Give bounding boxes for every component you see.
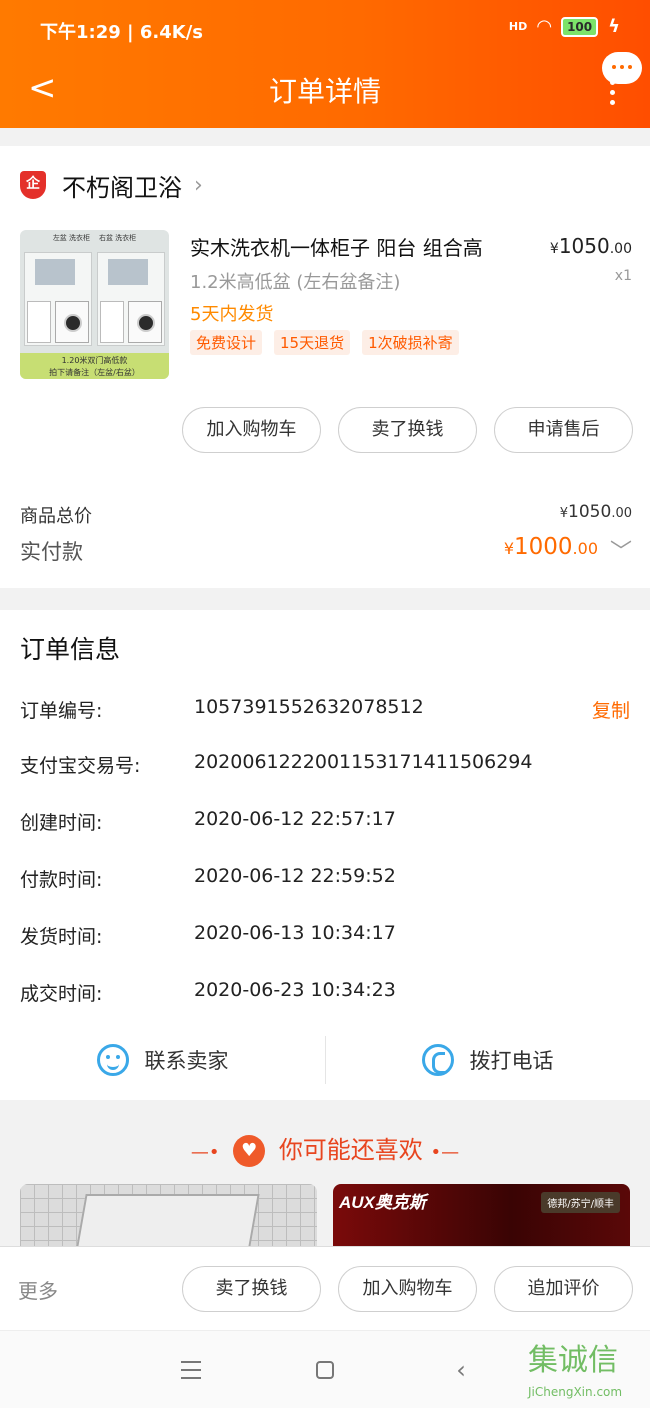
item-actions: 加入购物车 卖了换钱 申请售后 <box>182 407 633 453</box>
more-vertical-icon[interactable] <box>610 80 616 106</box>
message-bubble-icon[interactable] <box>602 52 642 84</box>
bottom-action-bar: 更多 卖了换钱 加入购物车 追加评价 <box>0 1246 650 1330</box>
bottom-actions: 卖了换钱 加入购物车 追加评价 <box>182 1266 633 1312</box>
back-icon[interactable]: ‹ <box>446 1355 476 1385</box>
completed-time-row: 成交时间: 2020-06-23 10:34:23 <box>20 979 630 1009</box>
status-icons: HD ◠ 100 ϟ <box>509 16 620 37</box>
add-to-cart-button[interactable]: 加入购物车 <box>182 407 321 453</box>
goods-total-label: 商品总价 <box>20 506 92 527</box>
alipay-trade-row: 支付宝交易号: 2020061222001153171411506294 <box>20 751 630 781</box>
call-phone-button[interactable]: 拨打电话 <box>325 1034 650 1086</box>
enterprise-shop-icon: 企 <box>20 171 46 199</box>
after-sale-button[interactable]: 申请售后 <box>494 407 633 453</box>
price-decimal: .00 <box>609 241 632 257</box>
product-image[interactable]: 左盆 洗衣柜 右盆 洗衣柜 1.20米双门高低款 拍下请备注（左盆/右盆） <box>20 230 169 379</box>
recommend-title-text: 你可能还喜欢 <box>278 1136 423 1164</box>
paid-time-value: 2020-06-12 22:59:52 <box>194 865 396 887</box>
watermark-url: JiChengXin.com <box>528 1385 623 1399</box>
product-sku: 1.2米高低盆 (左右盆备注) <box>190 272 401 293</box>
recommend-item-image[interactable] <box>20 1184 317 1254</box>
product-image-label-left: 左盆 洗衣柜 <box>52 234 91 242</box>
watermark-logo: 集诚信 JiChengXin.com <box>528 1335 642 1405</box>
home-icon[interactable] <box>310 1355 340 1385</box>
price-integer: 1050 <box>558 234 610 258</box>
paid-label: 实付款 <box>20 540 83 564</box>
resell-button[interactable]: 卖了换钱 <box>338 407 477 453</box>
title-decoration: —• <box>190 1142 220 1163</box>
add-to-cart-button[interactable]: 加入购物车 <box>338 1266 477 1312</box>
order-number-value: 1057391552632078512 <box>194 696 424 718</box>
shop-row[interactable]: 企 不朽阁卫浴 › <box>20 168 203 202</box>
heart-icon: ♥ <box>233 1135 266 1167</box>
phone-icon <box>421 1044 454 1076</box>
order-info-card: 订单信息 订单编号: 1057391552632078512 复制 支付宝交易号… <box>0 610 650 1100</box>
page-title: 订单详情 <box>268 75 381 108</box>
shipping-promise: 5天内发货 <box>190 304 274 325</box>
chat-face-icon <box>96 1044 129 1076</box>
service-tag: 1次破损补寄 <box>362 330 459 355</box>
info-label: 支付宝交易号: <box>20 755 141 777</box>
order-number-row: 订单编号: 1057391552632078512 复制 <box>20 696 630 726</box>
shipped-time-value: 2020-06-13 10:34:17 <box>194 922 396 944</box>
recommend-title: —• ♥ 你可能还喜欢 •— <box>0 1130 650 1167</box>
paid-amount-row[interactable]: 实付款 ¥1000.00 ﹀ <box>20 534 632 570</box>
title-decoration: •— <box>430 1142 460 1163</box>
price-currency: ¥ <box>549 241 559 257</box>
order-item-card: 企 不朽阁卫浴 › 左盆 洗衣柜 右盆 洗衣柜 1.20米双门高低款 拍下请备注… <box>0 146 650 588</box>
created-time-row: 创建时间: 2020-06-12 22:57:17 <box>20 808 630 838</box>
paid-time-row: 付款时间: 2020-06-12 22:59:52 <box>20 865 630 895</box>
shipped-time-row: 发货时间: 2020-06-13 10:34:17 <box>20 922 630 952</box>
brand-logo: AUX奥克斯 <box>339 1193 426 1212</box>
system-navigation-bar: ‹ 集诚信 JiChengXin.com <box>0 1330 650 1408</box>
call-phone-label: 拨打电话 <box>469 1049 554 1073</box>
more-button[interactable]: 更多 <box>18 1275 58 1304</box>
copy-button[interactable]: 复制 <box>592 696 630 723</box>
delivery-badge: 德邦/苏宁/顺丰 <box>541 1192 620 1213</box>
charging-icon: ϟ <box>608 16 620 37</box>
goods-total-value: ¥1050.00 <box>559 502 632 522</box>
add-review-button[interactable]: 追加评价 <box>494 1266 633 1312</box>
recent-apps-icon[interactable] <box>176 1355 206 1385</box>
info-label: 订单编号: <box>20 700 103 722</box>
product-image-caption-2: 拍下请备注（左盆/右盆） <box>49 368 140 377</box>
chevron-down-icon[interactable]: ﹀ <box>610 534 632 566</box>
service-tag: 15天退货 <box>274 330 351 355</box>
cabinet-left-illustration <box>24 252 92 346</box>
info-label: 成交时间: <box>20 983 103 1005</box>
status-time-speed: 下午1:29 | 6.4K/s <box>40 22 204 43</box>
product-quantity: x1 <box>614 268 632 284</box>
product-title[interactable]: 实木洗衣机一体柜子 阳台 组合高 <box>190 232 483 261</box>
watermark-text: 集诚信 <box>528 1343 618 1378</box>
shop-name: 不朽阁卫浴 <box>62 173 182 202</box>
info-label: 创建时间: <box>20 812 103 834</box>
alipay-trade-value: 2020061222001153171411506294 <box>194 751 533 773</box>
battery-icon: 100 <box>561 16 599 37</box>
info-label: 发货时间: <box>20 926 103 948</box>
wifi-icon: ◠ <box>537 16 552 37</box>
chevron-right-icon: › <box>194 172 203 198</box>
goods-total-row: 商品总价 ¥1050.00 <box>20 502 632 528</box>
product-image-label-right: 右盆 洗衣柜 <box>98 234 137 242</box>
status-bar: 下午1:29 | 6.4K/s HD ◠ 100 ϟ <box>40 16 620 46</box>
order-info-title: 订单信息 <box>20 635 121 664</box>
contact-row: 联系卖家 拨打电话 <box>0 1034 650 1086</box>
recommend-item-image[interactable]: AUX奥克斯 德邦/苏宁/顺丰 <box>333 1184 630 1254</box>
product-price: ¥1050.00 <box>550 234 632 258</box>
completed-time-value: 2020-06-23 10:34:23 <box>194 979 396 1001</box>
created-time-value: 2020-06-12 22:57:17 <box>194 808 396 830</box>
product-image-caption: 1.20米双门高低款 拍下请备注（左盆/右盆） <box>20 353 169 379</box>
service-tag: 免费设计 <box>190 330 263 355</box>
service-tags: 免费设计 15天退货 1次破损补寄 <box>190 330 459 355</box>
cabinet-right-illustration <box>97 252 165 346</box>
product-image-caption-1: 1.20米双门高低款 <box>61 356 128 365</box>
contact-seller-label: 联系卖家 <box>144 1049 229 1073</box>
signal-icon: HD <box>508 20 528 33</box>
contact-seller-button[interactable]: 联系卖家 <box>0 1034 325 1086</box>
app-header: 下午1:29 | 6.4K/s HD ◠ 100 ϟ < 订单详情 <box>0 0 650 128</box>
info-label: 付款时间: <box>20 869 103 891</box>
paid-value: ¥1000.00 <box>503 534 598 560</box>
resell-button[interactable]: 卖了换钱 <box>182 1266 321 1312</box>
